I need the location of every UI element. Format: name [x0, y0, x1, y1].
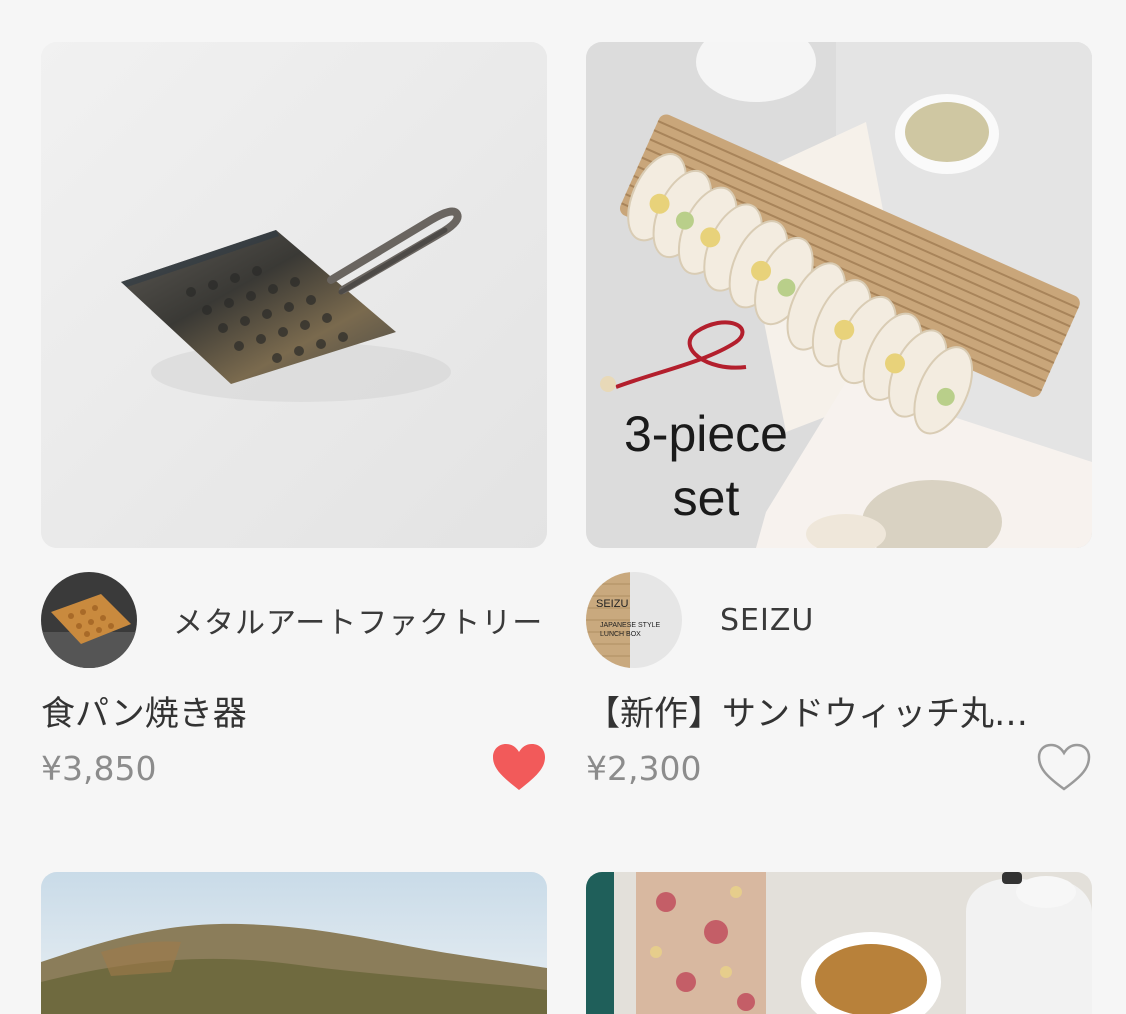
avatar-tagline-2: LUNCH BOX	[600, 631, 641, 638]
product-card[interactable]: 3-piece set SEIZU JAPANESE STYLE LUNCH B…	[586, 42, 1092, 794]
shop-name[interactable]: SEIZU	[720, 603, 814, 638]
shop-row[interactable]: メタルアートファクトリー	[41, 572, 547, 668]
product-image[interactable]	[41, 872, 547, 1014]
shop-name[interactable]: メタルアートファクトリー	[173, 598, 543, 642]
product-card[interactable]: メタルアートファクトリー 食パン焼き器 ¥3,850	[41, 42, 547, 794]
price-row: ¥3,850	[41, 742, 547, 794]
product-title[interactable]: 食パン焼き器	[41, 690, 521, 738]
product-price: ¥3,850	[41, 748, 157, 788]
toast-grill-pan-photo-icon	[41, 42, 547, 548]
mountain-landscape-photo-icon	[41, 872, 547, 1014]
avatar-brand-text: SEIZU	[596, 598, 629, 610]
product-image[interactable]	[586, 872, 1092, 1014]
favorite-heart-outline-icon[interactable]	[1036, 742, 1092, 794]
price-row: ¥2,300	[586, 742, 1092, 794]
avatar-tagline-1: JAPANESE STYLE	[600, 622, 661, 629]
product-card[interactable]	[586, 872, 1092, 1014]
waffle-toast-avatar-icon	[41, 572, 137, 668]
product-card[interactable]	[41, 872, 547, 1014]
product-grid: メタルアートファクトリー 食パン焼き器 ¥3,850 3-piece set S…	[0, 0, 1126, 1014]
image-overlay-text: 3-piece set	[624, 406, 788, 526]
seizu-lunchbox-avatar-icon	[586, 572, 682, 668]
product-image[interactable]: 3-piece set	[586, 42, 1092, 548]
product-image[interactable]	[41, 42, 547, 548]
product-title[interactable]: 【新作】サンドウィッチ丸…	[586, 690, 1066, 738]
shop-avatar[interactable]: SEIZU JAPANESE STYLE LUNCH BOX	[586, 572, 682, 668]
product-price: ¥2,300	[586, 748, 702, 788]
shop-avatar[interactable]	[41, 572, 137, 668]
shop-row[interactable]: SEIZU JAPANESE STYLE LUNCH BOX SEIZU	[586, 572, 1092, 668]
favorite-heart-filled-icon[interactable]	[491, 742, 547, 794]
tea-canister-teapot-photo-icon	[586, 872, 1092, 1014]
